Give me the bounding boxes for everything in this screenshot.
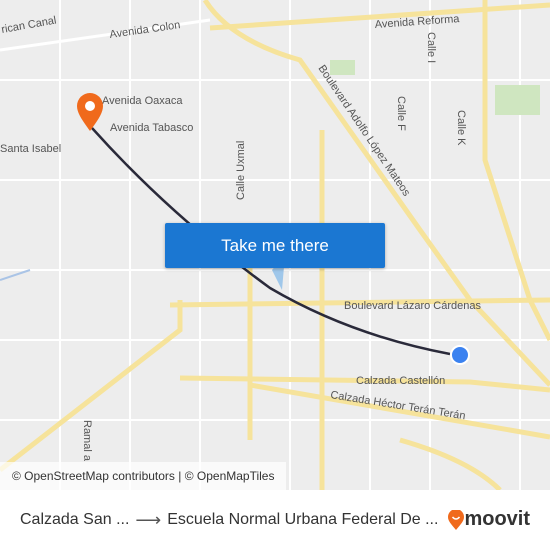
brand-name: moovit <box>464 508 530 530</box>
label-calle-i: Calle I <box>425 32 437 63</box>
label-santa-isabel: Santa Isabel <box>0 143 61 155</box>
moovit-logo[interactable]: moovit <box>448 508 530 531</box>
label-ramal: Ramal a <box>81 420 93 462</box>
map[interactable]: rican Canal Avenida Colon Avenida Reform… <box>0 0 550 490</box>
label-american-canal: rican Canal <box>0 14 57 35</box>
label-avenida-tabasco: Avenida Tabasco <box>110 122 193 134</box>
take-me-there-button[interactable]: Take me there <box>165 223 385 268</box>
origin-name: Calzada San ... <box>20 511 130 528</box>
label-calzada-hector-teran: Calzada Héctor Terán Terán <box>330 389 467 422</box>
label-avenida-oaxaca: Avenida Oaxaca <box>102 95 183 107</box>
label-calle-f: Calle F <box>395 96 407 131</box>
destination-pin-icon[interactable] <box>77 93 103 131</box>
park <box>495 85 540 115</box>
label-calzada-castellon: Calzada Castellón <box>356 375 445 387</box>
label-blvd-lopez-mateos: Boulevard Adolfo López Mateos <box>316 63 413 199</box>
arrow-right-icon: ⟶ <box>135 509 162 530</box>
map-attribution[interactable]: © OpenStreetMap contributors | © OpenMap… <box>0 462 287 490</box>
label-calle-uxmal: Calle Uxmal <box>235 141 247 200</box>
origin-location-icon[interactable] <box>450 345 470 365</box>
label-calle-k: Calle K <box>455 110 467 146</box>
destination-name: Escuela Normal Urbana Federal De ... <box>167 511 439 528</box>
label-blvd-lazaro-cardenas: Boulevard Lázaro Cárdenas <box>344 300 481 312</box>
moovit-pin-icon <box>448 509 465 530</box>
label-avenida-colon: Avenida Colon <box>109 19 181 41</box>
